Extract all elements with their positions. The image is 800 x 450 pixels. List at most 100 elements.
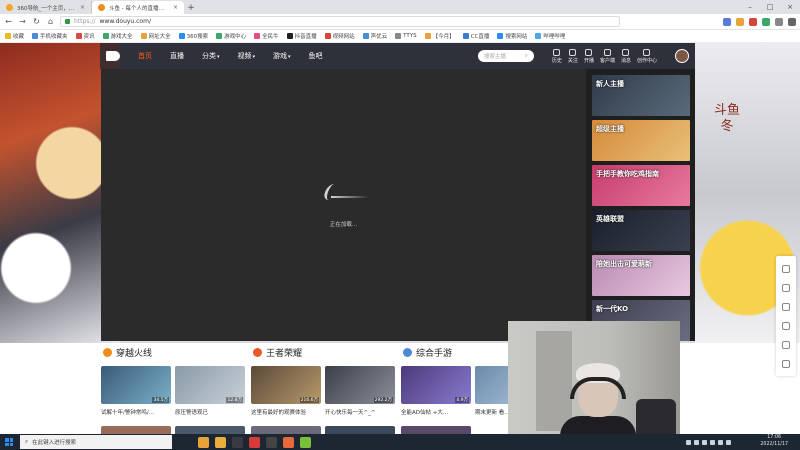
extension-icon[interactable] [762,17,770,26]
bookmark-item[interactable]: 收藏 [5,32,24,40]
bookmark-item[interactable]: 全民牛 [254,32,279,40]
message-button[interactable]: 消息 [621,48,631,64]
search-icon[interactable]: ⌕ [525,53,528,60]
search-input[interactable]: 搜索主播 ⌕ [477,50,534,62]
bookmark-item[interactable]: 游戏中心 [216,32,246,40]
bookmark-item[interactable]: TTYS [395,33,417,39]
tray-icon[interactable] [694,439,699,445]
webcam-overlay [508,321,680,450]
tray-icon[interactable] [686,439,691,445]
stream-card[interactable] [251,426,321,434]
taskbar-app-icon[interactable] [266,436,277,448]
shield-icon[interactable] [782,359,790,368]
nav-category[interactable]: 分类▾ [202,51,220,61]
stream-thumbnail[interactable]: 陪她出击可爱萌新 [592,255,690,296]
history-button[interactable]: 历史 [552,48,562,64]
recommended-streams: 新人主播 超级主播 手把手教你吃鸡指南 英雄联盟 陪她出击可爱萌新 新一代KO [586,69,695,341]
home-icon[interactable]: ⌂ [46,17,55,26]
stream-card[interactable]: 4.9万 全能AD仙帖 +大... [401,366,471,416]
stream-thumbnail[interactable]: 手把手教你吃鸡指南 [592,165,690,206]
stream-cover: 4.9万 [401,366,471,404]
stream-card[interactable] [101,426,171,434]
taskbar-app-icon[interactable] [215,436,226,448]
bookmark-item[interactable]: 哔哩哔哩 [535,32,565,40]
nav-fishbar[interactable]: 鱼吧 [309,51,323,61]
extension-icon[interactable] [723,17,731,26]
stream-card[interactable]: 292.2万 开心快乐每一天^_^ [325,366,395,416]
url-bar[interactable]: https:// www.douyu.com/ [60,16,620,27]
download-icon[interactable] [775,17,783,26]
nav-video[interactable]: 视频▾ [238,51,256,61]
taskbar-app-icon[interactable] [198,436,209,448]
avatar[interactable] [675,49,689,63]
lock-icon [65,19,70,24]
nav-home[interactable]: 首页 [138,51,152,61]
new-tab-icon[interactable]: + [184,1,198,14]
bookmark-item[interactable]: CC直播 [462,32,489,40]
bookmark-item[interactable]: 资讯 [75,32,95,40]
search-icon: ⌕ [25,438,29,445]
bookmark-item[interactable]: 游戏大全 [102,32,133,40]
stream-card[interactable] [175,426,245,434]
stream-card[interactable]: 12.8万 原压警语观已 [175,366,245,416]
stream-title: 原压警语观已 [175,410,209,416]
stream-card[interactable] [325,426,395,434]
bookmark-item[interactable]: 声优云 [362,32,387,40]
bookmark-item[interactable]: 【今月】 [424,32,455,40]
taskbar-app-icon[interactable] [249,436,260,448]
category-header[interactable]: 穿越火线 [103,346,152,359]
tab-close-icon[interactable]: × [80,4,85,11]
tray-icon[interactable] [702,439,707,445]
minimize-icon[interactable]: – [740,0,760,14]
follow-button[interactable]: 关注 [568,48,578,64]
maximize-icon[interactable]: □ [760,0,780,14]
bookmark-item[interactable]: 抖音直播 [286,32,317,40]
stream-card[interactable] [401,426,471,434]
stream-thumbnail[interactable]: 新人主播 [592,75,690,116]
close-window-icon[interactable]: × [780,0,800,14]
category-header[interactable]: 综合手游 [403,346,452,359]
broadcast-button[interactable]: 开播 [584,48,594,64]
taskbar-search-input[interactable]: ⌕ 在此键入进行搜索 [20,435,172,449]
extension-icon[interactable] [749,17,757,26]
gift-icon[interactable] [782,264,790,273]
bookmark-item[interactable]: 手机收藏夹 [32,32,68,40]
stream-card[interactable]: 34.5万 试解十年/警钟常鸣/... [101,366,171,416]
taskbar-app-icon[interactable] [232,436,243,448]
video-player[interactable]: 正在加载... [101,69,586,341]
bookmark-item[interactable]: 搜索网站 [497,32,527,40]
menu-icon[interactable] [788,17,796,26]
extension-icon[interactable] [736,17,744,26]
bookmark-item[interactable]: 网址大全 [140,32,171,40]
bookmark-icon [254,33,261,39]
reload-icon[interactable]: ↻ [32,17,41,26]
windows-start-icon[interactable] [2,435,16,449]
tab-360-home[interactable]: 360导航_一个主页，整个世界 × [0,1,92,14]
tray-icon[interactable] [710,439,715,445]
bookmark-item[interactable]: 视频网站 [324,32,355,40]
gamepad-icon[interactable] [782,321,790,330]
stream-card[interactable]: 216.6万 这里有最好的观赛体验 [251,366,321,416]
stream-thumbnail[interactable]: 超级主播 [592,120,690,161]
back-icon[interactable]: ← [4,17,13,26]
chat-icon[interactable] [782,302,790,311]
tab-douyu[interactable]: 斗鱼 - 每个人的直播平台 × [92,1,184,14]
creator-center-button[interactable]: 创作中心 [637,48,657,64]
chevron-down-icon: ▾ [252,54,256,60]
system-clock[interactable]: 17:06 2022/11/17 [760,435,788,448]
forward-icon[interactable]: → [18,17,27,26]
douyu-logo[interactable] [106,51,120,61]
phone-icon[interactable] [782,283,790,292]
taskbar-app-icon[interactable] [283,436,294,448]
taskbar-app-icon[interactable] [300,436,311,448]
tray-icon[interactable] [718,439,723,445]
edit-icon[interactable] [782,340,790,349]
volume-icon[interactable] [726,439,731,445]
nav-live[interactable]: 直播 [170,51,184,61]
tab-close-icon[interactable]: × [173,4,178,11]
client-button[interactable]: 客户端 [600,48,615,64]
category-header[interactable]: 王者荣耀 [253,346,302,359]
nav-game[interactable]: 游戏▾ [273,51,291,61]
stream-thumbnail[interactable]: 英雄联盟 [592,210,690,251]
bookmark-item[interactable]: 360搜索 [178,32,208,40]
